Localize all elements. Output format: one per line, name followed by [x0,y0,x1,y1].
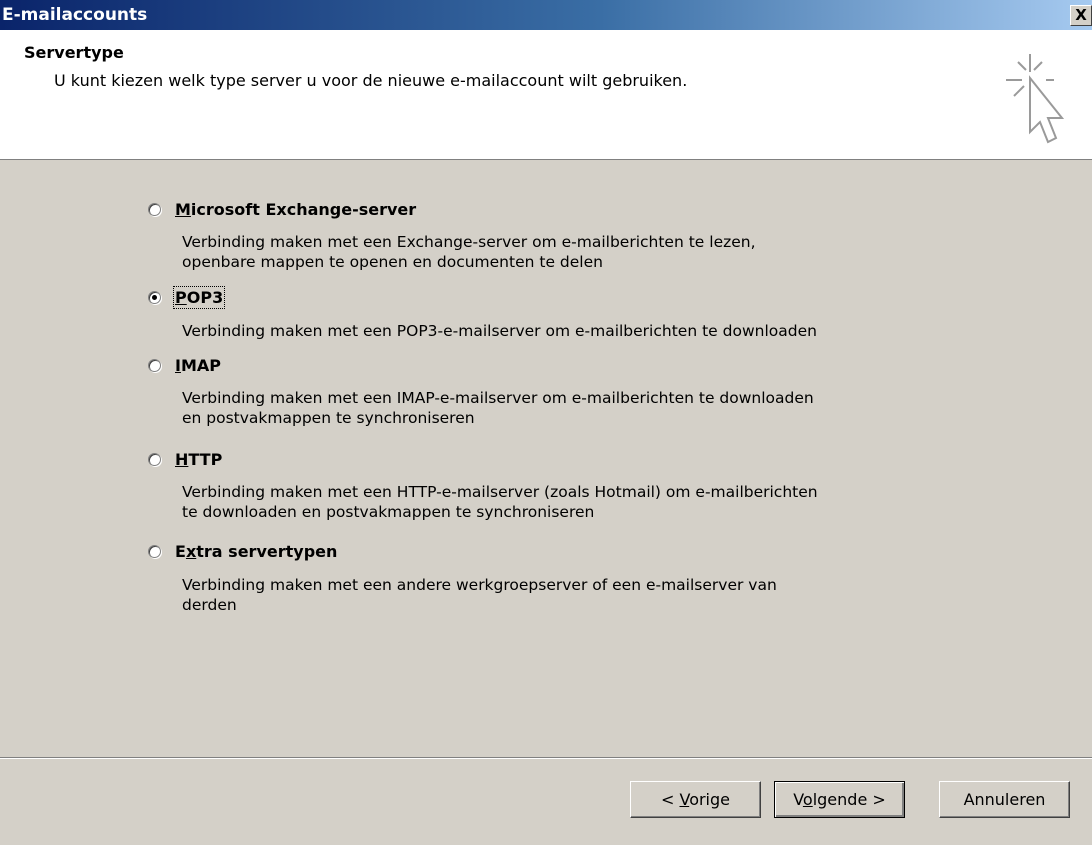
next-button[interactable]: Volgende > [774,781,905,818]
cancel-button[interactable]: Annuleren [939,781,1070,818]
option-label[interactable]: Extra servertypen [175,542,337,561]
radio-button[interactable] [148,202,161,216]
option-pop3[interactable]: POP3 [148,284,226,310]
radio-button[interactable] [148,544,161,558]
option-description: Verbinding maken met een IMAP-e-mailserv… [182,388,932,428]
radio-button[interactable] [148,358,161,372]
window-title: E-mailaccounts [2,5,148,25]
option-description: Verbinding maken met een Exchange-server… [182,232,932,272]
wizard-cursor-icon [1006,54,1065,144]
radio-button[interactable] [148,452,161,466]
close-button[interactable]: X [1070,5,1092,26]
description-line: te downloaden en postvakmappen te synchr… [182,503,595,521]
description-line: Verbinding maken met een IMAP-e-mailserv… [182,389,814,407]
description-line: openbare mappen te openen en documenten … [182,253,603,271]
page-subtitle: U kunt kiezen welk type server u voor de… [54,71,688,90]
back-button[interactable]: < Vorige [630,781,761,818]
option-description: Verbinding maken met een andere werkgroe… [182,575,932,615]
title-bar: E-mailaccounts X [0,0,1092,30]
option-microsoft-exchange-server[interactable]: Microsoft Exchange-server [148,196,416,222]
description-line: Verbinding maken met een POP3-e-mailserv… [182,322,817,340]
description-line: derden [182,596,237,614]
option-imap[interactable]: IMAP [148,352,221,378]
wizard-header [0,30,1092,160]
option-label[interactable]: IMAP [175,356,221,375]
description-line: Verbinding maken met een andere werkgroe… [182,576,777,594]
option-extra-servertypen[interactable]: Extra servertypen [148,538,337,564]
option-label[interactable]: HTTP [175,450,222,469]
radio-button[interactable] [148,290,161,304]
option-http[interactable]: HTTP [148,446,222,472]
option-description: Verbinding maken met een POP3-e-mailserv… [182,321,932,341]
description-line: Verbinding maken met een HTTP-e-mailserv… [182,483,818,501]
option-description: Verbinding maken met een HTTP-e-mailserv… [182,482,932,522]
description-line: Verbinding maken met een Exchange-server… [182,233,756,251]
description-line: en postvakmappen te synchroniseren [182,409,475,427]
page-title: Servertype [24,43,124,62]
option-label[interactable]: POP3 [172,285,226,309]
option-label[interactable]: Microsoft Exchange-server [175,200,416,219]
